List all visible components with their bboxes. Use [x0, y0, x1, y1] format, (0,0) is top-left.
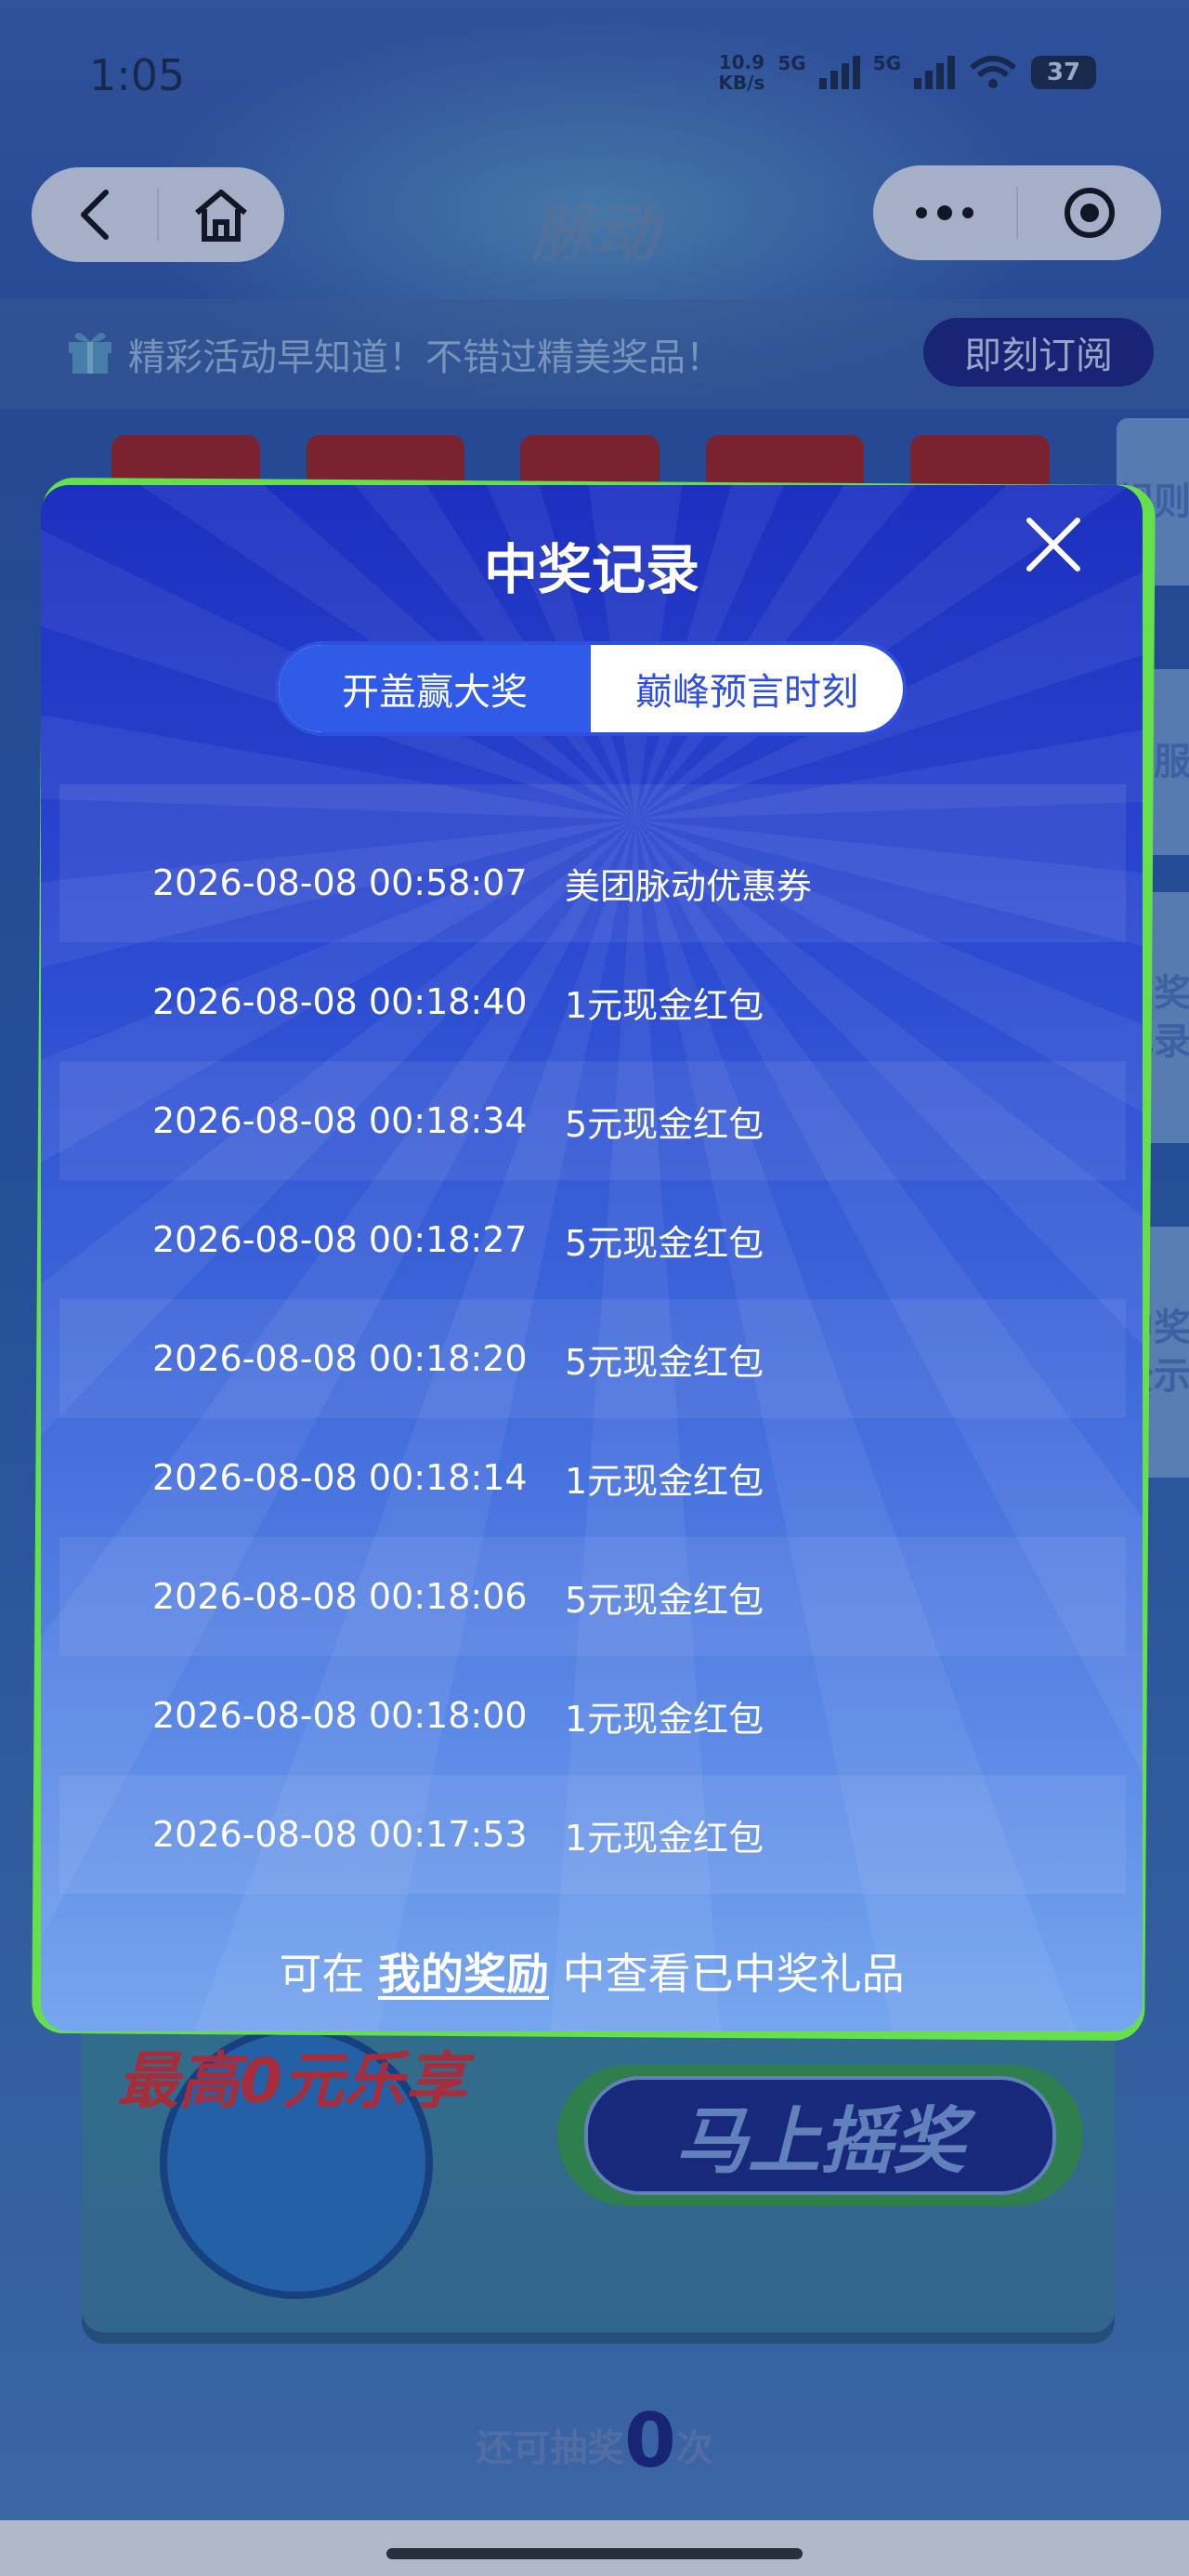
record-prize: 1元现金红包: [565, 984, 764, 1026]
record-row: 2026-08-08 00:18:20 5元现金红包: [59, 1299, 1126, 1418]
win-records-modal: 中奖记录 开盖赢大奖 巅峰预言时刻 2026-08-08 00:58:07 美团脉…: [41, 485, 1143, 2031]
record-prize: 5元现金红包: [565, 1222, 764, 1264]
record-prize: 1元现金红包: [565, 1460, 764, 1502]
footer-note: 可在 我的奖励 中查看已中奖礼品: [279, 1949, 905, 1999]
record-time: 2026-08-08 00:18:20: [152, 1338, 528, 1379]
record-prize: 美团脉动优惠券: [565, 865, 813, 907]
record-prize: 1元现金红包: [565, 1698, 764, 1740]
record-row: 2026-08-08 00:18:34 5元现金红包: [59, 1061, 1126, 1180]
record-row: 2026-08-08 00:17:53 1元现金红包: [59, 1775, 1126, 1894]
record-time: 2026-08-08 00:18:06: [152, 1576, 528, 1617]
record-row: 2026-08-08 00:58:07 美团脉动优惠券: [59, 823, 1126, 942]
record-time: 2026-08-08 00:18:00: [152, 1695, 528, 1736]
record-time: 2026-08-08 00:18:40: [152, 981, 528, 1022]
record-time: 2026-08-08 00:17:53: [152, 1814, 528, 1855]
record-time: 2026-08-08 00:18:34: [152, 1100, 528, 1141]
my-rewards-link[interactable]: 我的奖励: [378, 1949, 549, 1999]
record-row: 2026-08-08 00:18:27 5元现金红包: [59, 1180, 1126, 1299]
record-prize: 5元现金红包: [565, 1341, 764, 1383]
record-row: 2026-08-08 00:18:40 1元现金红包: [59, 942, 1126, 1061]
record-prize: 1元现金红包: [565, 1817, 764, 1859]
record-row: 2026-08-08 00:18:06 5元现金红包: [59, 1537, 1126, 1656]
record-row: 2026-08-08 00:18:14 1元现金红包: [59, 1418, 1126, 1537]
record-prize: 5元现金红包: [565, 1103, 764, 1145]
record-row: 2026-08-08 00:18:00 1元现金红包: [59, 1656, 1126, 1775]
record-time: 2026-08-08 00:58:07: [152, 862, 528, 903]
tab-open-cap-win[interactable]: 开盖赢大奖: [279, 645, 591, 732]
record-time: 2026-08-08 00:18:27: [152, 1219, 528, 1260]
record-prize: 5元现金红包: [565, 1579, 764, 1621]
record-tabs: 开盖赢大奖 巅峰预言时刻: [275, 641, 907, 736]
record-time: 2026-08-08 00:18:14: [152, 1457, 528, 1498]
list-header-stripe: [59, 784, 1126, 823]
records-list: 2026-08-08 00:58:07 美团脉动优惠券 2026-08-08 00:…: [59, 784, 1126, 1894]
tab-peak-prediction[interactable]: 巅峰预言时刻: [591, 645, 903, 732]
modal-title: 中奖记录: [483, 538, 699, 601]
close-icon[interactable]: [1022, 513, 1085, 576]
